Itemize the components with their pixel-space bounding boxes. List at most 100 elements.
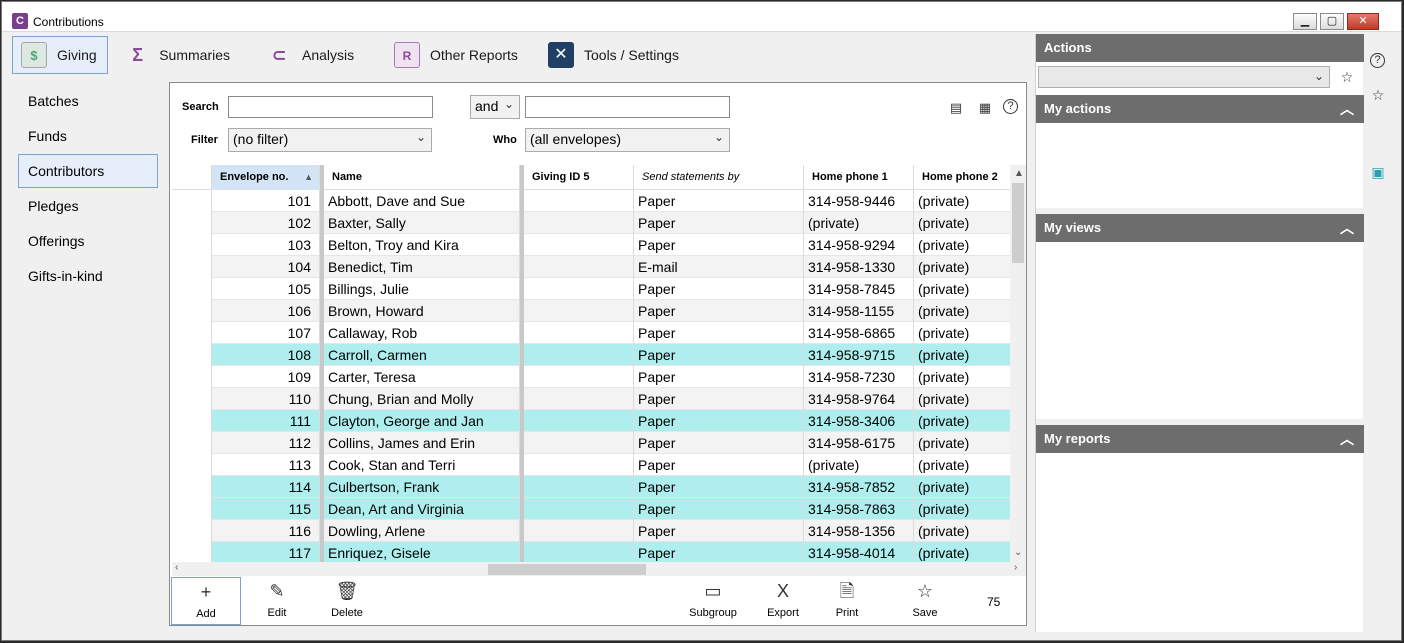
col-send-statements-by[interactable]: Send statements by (634, 165, 804, 190)
home-phone-2-cell[interactable]: (private) (914, 344, 1010, 366)
row-header[interactable] (172, 190, 212, 212)
nav-item-funds[interactable]: Funds (18, 119, 158, 153)
home-phone-1-cell[interactable]: 314-958-9715 (804, 344, 914, 366)
frozen-column-splitter[interactable] (520, 165, 524, 562)
table-row[interactable]: 102 Baxter, Sally Paper (private) (private) (172, 212, 1010, 234)
home-phone-2-cell[interactable]: (private) (914, 366, 1010, 388)
envelope-cell[interactable]: 107 (212, 322, 320, 344)
table-row[interactable]: 115 Dean, Art and Virginia Paper 314-958-78… (172, 498, 1010, 520)
send-statements-cell[interactable]: Paper (634, 476, 804, 498)
save-button[interactable]: ☆ Save (890, 577, 960, 625)
home-phone-2-cell[interactable]: (private) (914, 278, 1010, 300)
home-phone-2-cell[interactable]: (private) (914, 520, 1010, 542)
home-phone-2-cell[interactable]: (private) (914, 454, 1010, 476)
name-cell[interactable]: Culbertson, Frank (324, 476, 520, 498)
send-statements-cell[interactable]: Paper (634, 344, 804, 366)
home-phone-2-cell[interactable]: (private) (914, 388, 1010, 410)
send-statements-cell[interactable]: Paper (634, 432, 804, 454)
col-home-phone-1[interactable]: Home phone 1 (804, 165, 914, 190)
col-home-phone-2[interactable]: Home phone 2 (914, 165, 1010, 190)
home-phone-2-cell[interactable]: (private) (914, 542, 1010, 562)
tab-tools-settings[interactable]: ✕ Tools / Settings (540, 36, 700, 74)
row-header[interactable] (172, 520, 212, 542)
send-statements-cell[interactable]: Paper (634, 454, 804, 476)
table-row[interactable]: 112 Collins, James and Erin Paper 314-958-6… (172, 432, 1010, 454)
giving-id-cell[interactable] (524, 476, 634, 498)
send-statements-cell[interactable]: Paper (634, 190, 804, 212)
send-statements-cell[interactable]: Paper (634, 234, 804, 256)
send-statements-cell[interactable]: E-mail (634, 256, 804, 278)
envelope-cell[interactable]: 113 (212, 454, 320, 476)
home-phone-2-cell[interactable]: (private) (914, 190, 1010, 212)
giving-id-cell[interactable] (524, 190, 634, 212)
collapse-icon[interactable]: ︿ (1340, 95, 1354, 123)
row-header[interactable] (172, 542, 212, 562)
home-phone-1-cell[interactable]: (private) (804, 212, 914, 234)
home-phone-1-cell[interactable]: 314-958-1330 (804, 256, 914, 278)
home-phone-1-cell[interactable]: 314-958-1356 (804, 520, 914, 542)
col-giving-id-5[interactable]: Giving ID 5 (524, 165, 634, 190)
send-statements-cell[interactable]: Paper (634, 520, 804, 542)
home-phone-1-cell[interactable]: 314-958-7845 (804, 278, 914, 300)
name-cell[interactable]: Brown, Howard (324, 300, 520, 322)
send-statements-cell[interactable]: Paper (634, 542, 804, 562)
tab-giving[interactable]: $ Giving (12, 36, 108, 74)
envelope-cell[interactable]: 103 (212, 234, 320, 256)
tab-analysis[interactable]: ⊂ Analysis (258, 36, 368, 74)
name-cell[interactable]: Cook, Stan and Terri (324, 454, 520, 476)
row-header[interactable] (172, 454, 212, 476)
help-icon[interactable]: ? (1003, 99, 1018, 114)
maximize-button[interactable]: ▢ (1320, 13, 1344, 30)
home-phone-1-cell[interactable]: 314-958-4014 (804, 542, 914, 562)
name-cell[interactable]: Clayton, George and Jan (324, 410, 520, 432)
search2-input[interactable] (525, 96, 730, 118)
home-phone-1-cell[interactable]: 314-958-7230 (804, 366, 914, 388)
filter-select[interactable]: (no filter) ⌄ (228, 128, 432, 152)
scroll-left-icon[interactable]: ‹ (175, 562, 178, 573)
table-row[interactable]: 106 Brown, Howard Paper 314-958-1155 (privat… (172, 300, 1010, 322)
giving-id-cell[interactable] (524, 432, 634, 454)
envelope-cell[interactable]: 111 (212, 410, 320, 432)
giving-id-cell[interactable] (524, 542, 634, 562)
row-header[interactable] (172, 388, 212, 410)
name-cell[interactable]: Dean, Art and Virginia (324, 498, 520, 520)
scroll-thumb[interactable] (1012, 183, 1024, 263)
giving-id-cell[interactable] (524, 498, 634, 520)
delete-button[interactable]: 🗑 Delete (312, 577, 382, 625)
table-row[interactable]: 107 Callaway, Rob Paper 314-958-6865 (privat… (172, 322, 1010, 344)
giving-id-cell[interactable] (524, 344, 634, 366)
name-cell[interactable]: Carter, Teresa (324, 366, 520, 388)
col-envelope-no[interactable]: Envelope no. ▲ (212, 165, 320, 190)
add-button[interactable]: + Add (171, 577, 241, 625)
send-statements-cell[interactable]: Paper (634, 300, 804, 322)
nav-item-contributors[interactable]: Contributors (18, 154, 158, 188)
name-cell[interactable]: Carroll, Carmen (324, 344, 520, 366)
table-row[interactable]: 111 Clayton, George and Jan Paper 314-958-3… (172, 410, 1010, 432)
giving-id-cell[interactable] (524, 454, 634, 476)
column-chooser-icon[interactable]: ▤ (947, 99, 965, 117)
edit-button[interactable]: ✎ Edit (242, 577, 312, 625)
table-row[interactable]: 110 Chung, Brian and Molly Paper 314-958-97… (172, 388, 1010, 410)
table-row[interactable]: 101 Abbott, Dave and Sue Paper 314-958-9446… (172, 190, 1010, 212)
frozen-column-splitter[interactable] (320, 165, 324, 562)
send-statements-cell[interactable]: Paper (634, 278, 804, 300)
print-button[interactable]: 🗎 Print (812, 577, 882, 625)
envelope-cell[interactable]: 108 (212, 344, 320, 366)
send-statements-cell[interactable]: Paper (634, 322, 804, 344)
row-header[interactable] (172, 256, 212, 278)
home-phone-1-cell[interactable]: 314-958-9294 (804, 234, 914, 256)
row-header[interactable] (172, 476, 212, 498)
name-cell[interactable]: Baxter, Sally (324, 212, 520, 234)
scroll-thumb[interactable] (488, 564, 646, 575)
home-phone-2-cell[interactable]: (private) (914, 212, 1010, 234)
table-row[interactable]: 105 Billings, Julie Paper 314-958-7845 (priv… (172, 278, 1010, 300)
table-row[interactable]: 104 Benedict, Tim E-mail 314-958-1330 (priva… (172, 256, 1010, 278)
row-header[interactable] (172, 498, 212, 520)
envelope-cell[interactable]: 109 (212, 366, 320, 388)
giving-id-cell[interactable] (524, 256, 634, 278)
envelope-cell[interactable]: 117 (212, 542, 320, 562)
star-sparkle-icon[interactable]: ☆ (1369, 86, 1387, 104)
image-icon[interactable]: ▣ (1369, 163, 1387, 181)
row-header[interactable] (172, 410, 212, 432)
name-cell[interactable]: Collins, James and Erin (324, 432, 520, 454)
